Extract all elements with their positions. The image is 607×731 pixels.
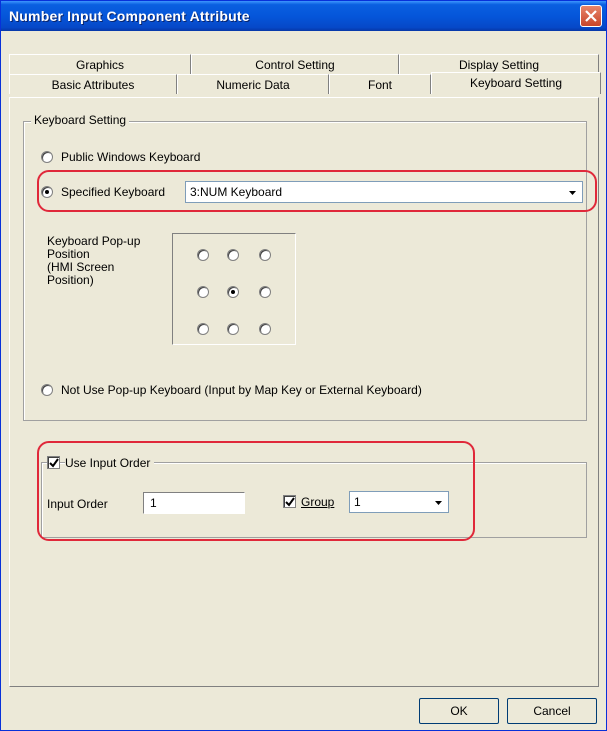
tab-control-setting-label: Control Setting	[255, 58, 335, 72]
specified-keyboard-select[interactable]: 3:NUM Keyboard	[185, 181, 583, 203]
group-checkbox[interactable]	[283, 495, 296, 508]
popup-position-label: Keyboard Pop-up Position (HMI Screen Pos…	[47, 235, 140, 287]
public-windows-keyboard-radio[interactable]	[41, 151, 53, 163]
not-use-popup-label: Not Use Pop-up Keyboard (Input by Map Ke…	[61, 383, 422, 397]
popup-position-bottom-left-radio[interactable]	[197, 323, 209, 335]
public-windows-keyboard-label: Public Windows Keyboard	[61, 150, 201, 164]
close-icon	[585, 10, 597, 22]
popup-position-top-left-radio[interactable]	[197, 249, 209, 261]
popup-position-middle-center-radio[interactable]	[227, 286, 239, 298]
tab-control-setting[interactable]: Control Setting	[191, 54, 399, 74]
chevron-down-icon	[569, 191, 576, 195]
specified-keyboard-radio[interactable]	[41, 186, 53, 198]
tab-keyboard-setting[interactable]: Keyboard Setting	[431, 72, 601, 94]
popup-position-bottom-right-radio[interactable]	[259, 323, 271, 335]
window-title: Number Input Component Attribute	[9, 8, 250, 24]
tab-numeric-data-label: Numeric Data	[216, 78, 290, 92]
input-order-label: Input Order	[47, 497, 108, 511]
input-order-field[interactable]: 1	[143, 492, 245, 514]
tab-basic-attributes-label: Basic Attributes	[51, 78, 135, 92]
tab-graphics[interactable]: Graphics	[9, 54, 191, 74]
popup-position-top-right-radio[interactable]	[259, 249, 271, 261]
popup-position-middle-right-radio[interactable]	[259, 286, 271, 298]
tab-display-setting[interactable]: Display Setting	[399, 54, 599, 74]
cancel-button[interactable]: Cancel	[507, 698, 597, 724]
title-bar[interactable]: Number Input Component Attribute	[1, 1, 606, 31]
keyboard-setting-group-label: Keyboard Setting	[31, 113, 130, 127]
use-input-order-label: Use Input Order	[65, 456, 155, 470]
chevron-down-icon	[435, 501, 442, 505]
checkmark-icon	[285, 497, 295, 507]
input-order-value: 1	[150, 496, 157, 510]
tab-keyboard-setting-label: Keyboard Setting	[469, 76, 563, 90]
use-input-order-checkbox[interactable]	[47, 456, 60, 469]
ok-button[interactable]: OK	[419, 698, 499, 724]
popup-position-middle-left-radio[interactable]	[197, 286, 209, 298]
group-label: Group	[301, 495, 335, 509]
group-value: 1	[354, 495, 361, 509]
group-select[interactable]: 1	[349, 491, 449, 513]
specified-keyboard-value: 3:NUM Keyboard	[190, 185, 283, 199]
specified-keyboard-label: Specified Keyboard	[61, 185, 166, 199]
tab-strip: Graphics Control Setting Display Setting…	[1, 31, 606, 97]
tab-display-setting-label: Display Setting	[458, 58, 540, 72]
popup-position-bottom-center-radio[interactable]	[227, 323, 239, 335]
cancel-button-label: Cancel	[533, 704, 571, 718]
tab-numeric-data[interactable]: Numeric Data	[177, 74, 329, 94]
not-use-popup-radio[interactable]	[41, 384, 53, 396]
popup-position-top-center-radio[interactable]	[227, 249, 239, 261]
close-button[interactable]	[580, 5, 602, 27]
ok-button-label: OK	[450, 704, 468, 718]
popup-position-label-line: Position)	[47, 273, 94, 287]
tab-font[interactable]: Font	[329, 74, 431, 94]
checkmark-icon	[49, 458, 59, 468]
tab-basic-attributes[interactable]: Basic Attributes	[9, 74, 177, 94]
dialog-window: Number Input Component Attribute Graphic…	[0, 0, 607, 731]
tab-graphics-label: Graphics	[75, 58, 125, 72]
tab-font-label: Font	[367, 78, 392, 92]
